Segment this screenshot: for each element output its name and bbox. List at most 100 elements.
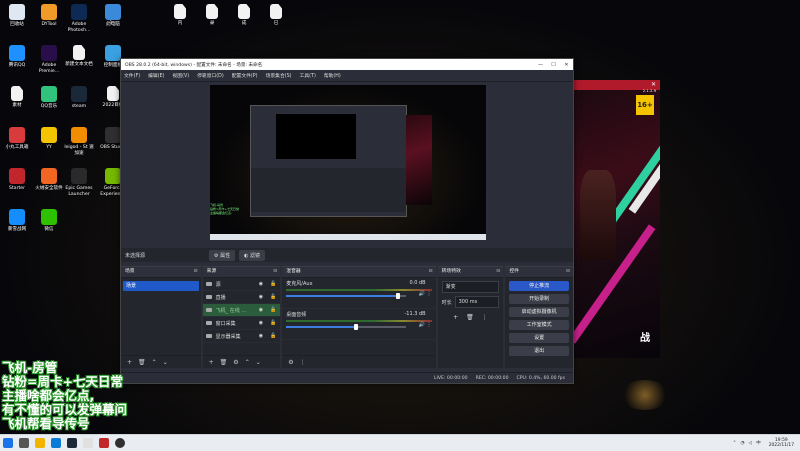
trash-icon[interactable]: 🗑 [466,314,474,321]
preview-canvas[interactable]: 飞机-房管 钻粉=周卡+七天日常 主播啥都会亿点, [210,85,486,240]
menu-item[interactable]: 文件(F) [124,72,140,79]
slider-handle[interactable] [395,293,400,299]
app-icon [105,45,121,61]
volume-slider[interactable] [286,324,407,330]
desktop-icon[interactable]: 微信 [34,209,64,233]
properties-button[interactable]: ⚙ 属性 [209,249,236,261]
lock-icon[interactable]: 🔓 [270,294,276,300]
source-type-icon [205,308,212,312]
dock-menu-icon[interactable]: ⊟ [496,267,500,277]
desktop-icon[interactable]: leigod - St 速加速 [64,127,94,156]
eye-icon[interactable]: ◉ [259,320,263,326]
menu-item[interactable]: 视图(V) [172,72,189,79]
volume-icon[interactable]: 🔊 ⋮ [419,322,432,328]
desktop-file[interactable]: 内 [165,4,195,27]
menu-item[interactable]: 帮助(H) [324,72,341,79]
desktop-icon[interactable]: 素材 [2,86,32,109]
desktop-icon[interactable]: Starter [2,168,32,192]
menu-item[interactable]: 工具(T) [300,72,316,79]
desktop-file[interactable]: 录 [197,4,227,27]
desktop-icon[interactable]: QQ音乐 [34,86,64,110]
minimize-icon[interactable]: — [534,62,547,68]
menu-item[interactable]: 场景集合(S) [266,72,292,79]
desktop-icon[interactable]: 回收站 [2,4,32,28]
desktop-icon[interactable]: Adobe Photosh... [64,4,94,33]
volume-icon[interactable]: ◁ [749,441,753,446]
trash-icon[interactable]: 🗑 [220,359,228,366]
obs-window[interactable]: OBS 28.0.2 (64-bit, windows) - 配置文件: 未命名… [120,58,574,384]
source-item[interactable]: 飞机_ 在线 ... ◉ 🔓 [202,304,281,317]
close-icon[interactable]: ✕ [560,62,573,68]
lock-icon[interactable]: 🔓 [270,281,276,287]
up-arrow-icon[interactable]: ⌃ [245,359,250,366]
start-icon[interactable] [3,438,13,448]
desktop-icon[interactable]: 火绒安全软件 [34,168,64,192]
desktop-icon[interactable]: YY [34,127,64,151]
slider-handle[interactable] [353,324,358,330]
dock-menu-icon[interactable]: ⊟ [194,267,198,277]
more-icon[interactable]: ⋮ [482,314,488,321]
desktop-icon[interactable]: steam [64,86,94,110]
desktop-file[interactable]: 成 [229,4,259,27]
desktop-icon[interactable]: 小丸工具箱 [2,127,32,151]
close-icon[interactable]: ✕ [651,81,656,88]
app-icon[interactable] [99,438,109,448]
chevron-up-icon[interactable]: ⌃ [733,441,737,446]
desktop-icon[interactable]: Epic Games Launcher [64,168,94,197]
desktop-icon[interactable]: Adobe Premie... [34,45,64,74]
lock-icon[interactable]: 🔓 [270,307,276,313]
control-button[interactable]: 退出 [509,346,569,356]
lock-icon[interactable]: 🔓 [270,320,276,326]
control-button[interactable]: 启动虚拟摄像机 [509,307,569,317]
nested-preview-canvas [276,114,356,159]
control-button[interactable]: 工作室模式 [509,320,569,330]
obs-taskbar-icon[interactable] [115,438,125,448]
menu-item[interactable]: 停靠窗口(D) [197,72,224,79]
desktop-icon[interactable]: 此电脑 [98,4,128,28]
gear-icon[interactable]: ⚙ [288,359,293,366]
input-language[interactable]: 中 [756,440,761,446]
clock[interactable]: 19:59 2022/11/17 [769,438,794,448]
control-button[interactable]: 设置 [509,333,569,343]
desktop-icon[interactable]: 新建文本文档 [64,45,94,68]
desktop-icon[interactable]: DYTool [34,4,64,28]
source-item[interactable]: 显示器采集 ◉ 🔓 [202,330,281,343]
dock-menu-icon[interactable]: ⊟ [566,267,570,277]
more-icon[interactable]: ⋮ [300,359,306,366]
control-button[interactable]: 停止推流 [509,281,569,291]
eye-icon[interactable]: ◉ [259,294,263,300]
maximize-icon[interactable]: ☐ [547,62,560,68]
eye-icon[interactable]: ◉ [259,281,263,287]
eye-icon[interactable]: ◉ [259,333,263,339]
add-icon[interactable]: + [453,314,458,321]
source-item[interactable]: 直播 ◉ 🔓 [202,291,281,304]
desktop-icon[interactable]: 腾讯QQ [2,45,32,69]
add-icon[interactable]: + [209,359,214,366]
search-icon[interactable] [19,438,29,448]
desktop-file[interactable]: 已 [261,4,291,27]
game-window[interactable]: ✕ 16+ 2.1.2.9 战 [572,80,660,358]
browser-icon[interactable] [51,438,61,448]
source-item[interactable]: 源 ◉ 🔓 [202,278,281,291]
desktop-icon[interactable]: 暴雪战网 [2,209,32,233]
app-icon[interactable] [83,438,93,448]
source-item[interactable]: 窗口采集 ◉ 🔓 [202,317,281,330]
volume-slider[interactable] [286,293,407,299]
dock-menu-icon[interactable]: ⊟ [429,267,433,277]
filters-button[interactable]: ◐ 滤镜 [239,249,266,261]
lock-icon[interactable]: 🔓 [270,333,276,339]
menu-item[interactable]: 编辑(E) [148,72,164,79]
volume-icon[interactable]: 🔊 ⋮ [419,291,432,297]
eye-icon[interactable]: ◉ [259,307,263,313]
down-arrow-icon[interactable]: ⌄ [256,359,261,366]
file-explorer-icon[interactable] [35,438,45,448]
scene-item[interactable]: 场景 [123,281,199,291]
dock-menu-icon[interactable]: ⊟ [273,267,277,277]
network-icon[interactable]: ◔ [741,441,745,446]
menu-item[interactable]: 配置文件(P) [232,72,258,79]
gear-icon[interactable]: ⚙ [233,359,238,366]
control-button[interactable]: 开始录制 [509,294,569,304]
duration-input[interactable]: 300 ms [454,296,500,308]
steam-icon[interactable] [67,438,77,448]
transition-select[interactable]: 渐变 [441,281,500,293]
